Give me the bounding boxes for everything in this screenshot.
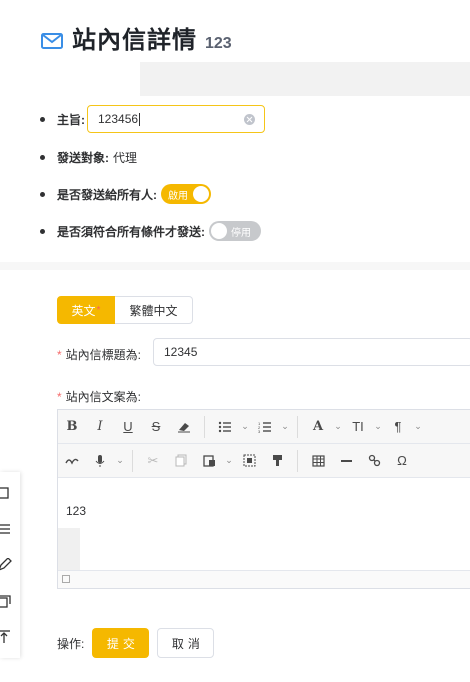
subject-value: 123456 xyxy=(98,112,139,126)
page-title: 站內信詳情 xyxy=(72,27,197,54)
required-mark: * xyxy=(96,304,101,316)
editor-toolbar-row-1: B I U S ⌄ 123 ⌄ A ⌄ TI ⌄ ¶ ⌄ xyxy=(58,410,470,444)
switch-text: 停用 xyxy=(231,227,251,239)
horizontal-rule-icon[interactable] xyxy=(332,444,360,478)
bullet-list-icon[interactable] xyxy=(211,410,239,444)
chevron-down-icon[interactable]: ⌄ xyxy=(223,455,235,466)
select-all-icon[interactable] xyxy=(235,444,263,478)
link-icon[interactable] xyxy=(360,444,388,478)
underline-icon[interactable]: U xyxy=(114,410,142,444)
title-value: 12345 xyxy=(164,345,198,359)
background-band xyxy=(140,62,470,96)
tab-english[interactable]: 英文 * xyxy=(57,296,115,324)
paragraph-icon[interactable]: ¶ xyxy=(384,410,412,444)
eraser-icon[interactable] xyxy=(170,410,198,444)
editor-content-area[interactable]: 123 xyxy=(58,478,470,570)
copy-icon[interactable] xyxy=(167,444,195,478)
switch-text: 啟用 xyxy=(168,190,188,202)
toolbar-divider xyxy=(204,415,205,438)
language-tabs: 英文 * 繁體中文 xyxy=(57,296,193,324)
message-id: 123 xyxy=(205,35,232,52)
toolbar-divider xyxy=(132,449,133,472)
title-input[interactable]: 12345 xyxy=(153,338,470,366)
floating-side-toolbar xyxy=(0,472,20,658)
page-header: 站內信詳情 123 xyxy=(40,20,232,55)
send-all-row: 是否發送給所有人: 啟用 xyxy=(40,184,211,204)
required-mark: * xyxy=(57,390,62,404)
actions-row: 操作: 提交 取消 xyxy=(57,628,215,658)
actions-label: 操作: xyxy=(57,636,85,651)
require-all-label: 是否須符合所有條件才發送: xyxy=(57,224,205,239)
square-icon[interactable] xyxy=(0,486,14,500)
subject-row: 主旨: 123456 xyxy=(40,105,265,133)
toolbar-divider xyxy=(297,415,298,438)
cut-icon[interactable]: ✂ xyxy=(139,444,167,478)
editor-toolbar-row-2: ⌄ ✂ ⌄ Ω xyxy=(58,444,470,478)
toolbar-divider xyxy=(297,449,298,472)
microphone-icon[interactable] xyxy=(86,444,114,478)
tab-label: 繁體中文 xyxy=(129,303,178,318)
bullet xyxy=(40,228,45,234)
subject-input[interactable]: 123456 xyxy=(87,105,265,133)
chevron-down-icon[interactable]: ⌄ xyxy=(412,421,424,432)
clear-icon[interactable] xyxy=(244,114,255,125)
chevron-down-icon[interactable]: ⌄ xyxy=(279,421,291,432)
content-label-text: 站內信文案為: xyxy=(65,390,142,404)
bold-icon[interactable]: B xyxy=(58,410,86,444)
bullet xyxy=(40,155,45,160)
copy-icon[interactable] xyxy=(0,594,14,608)
editor-status-bar xyxy=(58,570,470,588)
omega-icon[interactable]: Ω xyxy=(388,444,416,478)
target-row: 發送對象: 代理 xyxy=(40,149,137,166)
italic-icon[interactable]: I xyxy=(86,410,114,444)
font-color-icon[interactable]: A xyxy=(304,410,332,444)
edit-icon[interactable] xyxy=(0,558,14,572)
require-all-switch[interactable]: 停用 xyxy=(209,221,261,241)
svg-text:3: 3 xyxy=(258,429,261,433)
require-all-row: 是否須符合所有條件才發送: 停用 xyxy=(40,221,261,241)
chevron-down-icon[interactable]: ⌄ xyxy=(114,455,126,466)
resize-icon[interactable] xyxy=(62,575,70,583)
paste-icon[interactable] xyxy=(195,444,223,478)
title-label: * 站內信標題為: xyxy=(57,346,141,363)
switch-knob xyxy=(193,186,209,202)
subject-label: 主旨: xyxy=(57,112,85,127)
submit-button[interactable]: 提交 xyxy=(92,628,150,658)
send-all-switch[interactable]: 啟用 xyxy=(161,184,211,204)
title-label-text: 站內信標題為: xyxy=(65,348,142,362)
content-label: * 站內信文案為: xyxy=(57,388,141,405)
section-divider xyxy=(0,262,470,270)
bullet xyxy=(40,116,45,122)
required-mark: * xyxy=(57,348,62,362)
switch-knob xyxy=(211,223,227,239)
format-painter-icon[interactable] xyxy=(58,444,86,478)
chevron-down-icon[interactable]: ⌄ xyxy=(332,421,344,432)
list-icon[interactable] xyxy=(0,522,14,536)
strikethrough-icon[interactable]: S xyxy=(142,410,170,444)
editor-content: 123 xyxy=(66,504,87,518)
numbered-list-icon[interactable]: 123 xyxy=(251,410,279,444)
table-icon[interactable] xyxy=(304,444,332,478)
bullet xyxy=(40,191,45,197)
chevron-down-icon[interactable]: ⌄ xyxy=(239,421,251,432)
send-all-label: 是否發送給所有人: xyxy=(57,187,157,202)
upload-icon[interactable] xyxy=(0,630,14,644)
cancel-button[interactable]: 取消 xyxy=(157,628,215,658)
rich-text-editor: B I U S ⌄ 123 ⌄ A ⌄ TI ⌄ ¶ ⌄ ⌄ ✂ ⌄ Ω 123 xyxy=(57,409,470,589)
chevron-down-icon[interactable]: ⌄ xyxy=(372,421,384,432)
editor-gutter xyxy=(58,528,80,574)
mail-icon xyxy=(41,33,63,49)
text-caret xyxy=(139,112,141,126)
clean-format-icon[interactable] xyxy=(263,444,291,478)
target-value: 代理 xyxy=(113,151,138,165)
font-size-icon[interactable]: TI xyxy=(344,410,372,444)
tab-traditional-chinese[interactable]: 繁體中文 xyxy=(115,296,193,324)
tab-label: 英文 xyxy=(71,303,96,318)
target-label: 發送對象: xyxy=(57,151,109,165)
